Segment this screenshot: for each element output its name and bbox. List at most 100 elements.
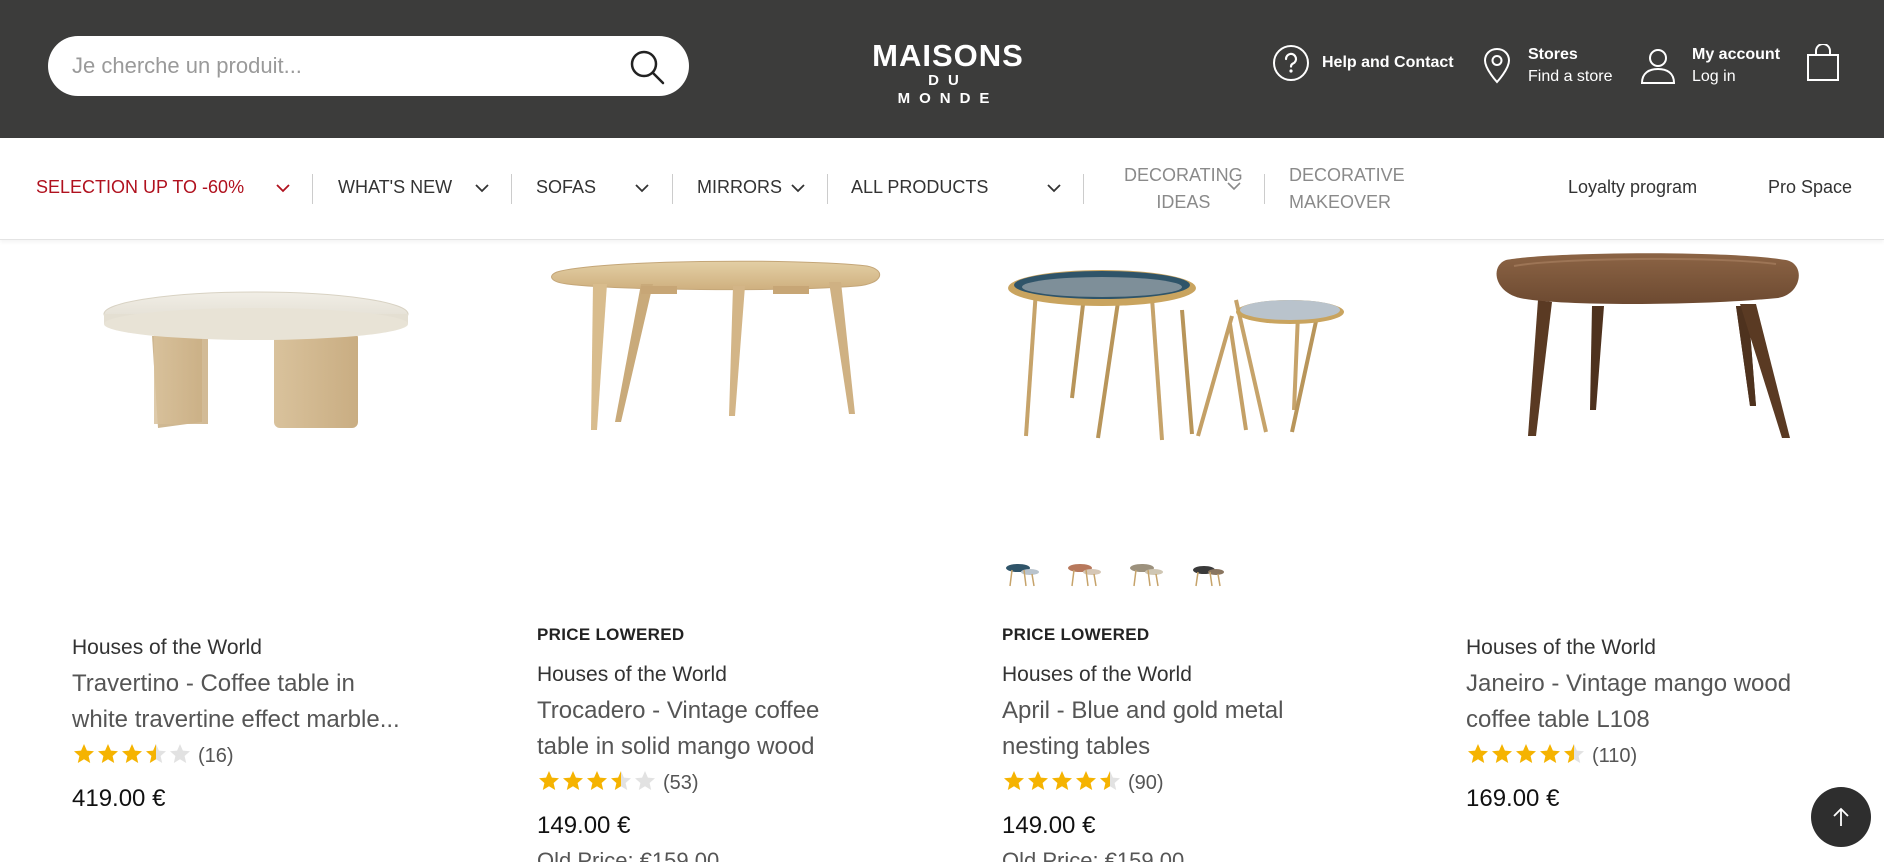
main-navigation: SELECTION UP TO -60% WHAT'S NEW SOFAS MI… — [0, 138, 1884, 240]
star-icon — [587, 771, 607, 790]
nav-divider — [511, 174, 512, 204]
product-price: 149.00 € — [1002, 812, 1096, 839]
nav-item-selection[interactable]: SELECTION UP TO -60% — [36, 177, 244, 198]
chevron-down-icon[interactable] — [634, 180, 650, 196]
logo-text-main: MAISONS — [872, 38, 1024, 73]
nav-label-line: DECORATIVE — [1289, 165, 1405, 185]
cart-button[interactable] — [1806, 43, 1840, 87]
nav-divider — [312, 174, 313, 204]
swatch-terracotta[interactable] — [1064, 558, 1104, 590]
review-count: (16) — [198, 745, 234, 767]
star-icon — [122, 744, 142, 763]
star-icon — [563, 771, 583, 790]
star-icon — [1516, 744, 1536, 763]
chevron-down-icon[interactable] — [275, 180, 291, 196]
product-title-line: Trocadero - Vintage coffee — [537, 697, 820, 724]
product-rating[interactable]: (16) — [72, 742, 234, 771]
star-icon — [1492, 744, 1512, 763]
nav-divider — [1083, 174, 1084, 204]
location-pin-icon — [1483, 47, 1511, 84]
product-title-line: April - Blue and gold metal — [1002, 697, 1284, 724]
review-count: (90) — [1128, 772, 1164, 794]
product-title[interactable]: April - Blue and gold metal nesting tabl… — [1002, 693, 1362, 765]
star-rating — [1466, 742, 1586, 771]
nav-item-decorating-ideas[interactable]: DECORATING IDEAS — [1124, 162, 1243, 216]
back-to-top-button[interactable] — [1811, 787, 1871, 847]
user-icon — [1640, 49, 1676, 84]
nav-item-pro-space[interactable]: Pro Space — [1768, 177, 1852, 198]
product-image[interactable] — [537, 240, 957, 490]
stores-title: Stores — [1528, 46, 1578, 63]
review-count: (53) — [663, 772, 699, 794]
nav-item-whats-new[interactable]: WHAT'S NEW — [338, 177, 452, 198]
star-icon — [1564, 744, 1584, 763]
star-rating — [1002, 769, 1122, 798]
product-price: 149.00 € — [537, 812, 631, 839]
top-header: MAISONS DU MONDE Help and Contact Stores… — [0, 0, 1884, 138]
product-image[interactable] — [1466, 240, 1884, 490]
nav-item-all-products[interactable]: ALL PRODUCTS — [851, 177, 988, 198]
nav-divider — [1264, 174, 1265, 204]
price-lowered-badge: PRICE LOWERED — [537, 625, 685, 644]
chevron-down-icon[interactable] — [474, 180, 490, 196]
star-icon — [539, 771, 559, 790]
help-icon — [1273, 45, 1309, 81]
star-icon — [170, 744, 190, 763]
nav-label-line: MAKEOVER — [1289, 192, 1392, 212]
nav-item-sofas[interactable]: SOFAS — [536, 177, 596, 198]
logo-text-sub: DU MONDE — [897, 72, 999, 107]
swatch-blue-gold[interactable] — [1002, 558, 1042, 590]
shopping-bag-icon — [1807, 43, 1839, 81]
product-rating[interactable]: (110) — [1466, 742, 1637, 771]
star-icon — [1540, 744, 1560, 763]
chevron-down-icon[interactable] — [790, 180, 806, 196]
search-bar[interactable] — [48, 36, 689, 96]
product-price: 169.00 € — [1466, 785, 1560, 812]
price-lowered-badge: PRICE LOWERED — [1002, 625, 1150, 644]
nav-item-decorative-makeover[interactable]: DECORATIVE MAKEOVER — [1289, 162, 1405, 216]
stores-subtitle: Find a store — [1528, 68, 1613, 85]
star-icon — [146, 744, 166, 763]
product-image[interactable] — [72, 240, 492, 490]
product-image[interactable] — [1002, 240, 1422, 490]
product-brand: Houses of the World — [72, 636, 262, 659]
star-icon — [74, 744, 94, 763]
brand-logo[interactable]: MAISONS DU MONDE — [872, 40, 1024, 108]
star-rating — [72, 742, 192, 771]
nav-divider — [672, 174, 673, 204]
account-link[interactable]: My account Log in — [1640, 44, 1780, 88]
help-label: Help and Contact — [1322, 54, 1454, 71]
nav-label-line: IDEAS — [1156, 192, 1211, 212]
nav-label-line: DECORATING — [1124, 165, 1243, 185]
product-title-line: nesting tables — [1002, 733, 1151, 760]
nav-item-mirrors[interactable]: MIRRORS — [697, 177, 782, 198]
product-rating[interactable]: (90) — [1002, 769, 1164, 798]
product-title-line: white travertine effect marble... — [72, 706, 400, 733]
chevron-down-icon[interactable] — [1046, 180, 1062, 196]
star-icon — [1100, 771, 1120, 790]
star-icon — [1076, 771, 1096, 790]
search-input[interactable] — [72, 36, 632, 96]
swatch-beige[interactable] — [1126, 558, 1166, 590]
product-title[interactable]: Travertino - Coffee table in white trave… — [72, 666, 432, 738]
stores-link[interactable]: Stores Find a store — [1482, 44, 1612, 88]
star-icon — [1004, 771, 1024, 790]
swatch-black[interactable] — [1188, 558, 1228, 590]
product-title[interactable]: Janeiro - Vintage mango wood coffee tabl… — [1466, 666, 1826, 738]
product-rating[interactable]: (53) — [537, 769, 699, 798]
star-icon — [635, 771, 655, 790]
product-old-price: Old Price: €159.00 — [537, 848, 720, 862]
search-icon[interactable] — [627, 47, 667, 87]
product-brand: Houses of the World — [537, 663, 727, 686]
star-icon — [611, 771, 631, 790]
star-icon — [1052, 771, 1072, 790]
product-brand: Houses of the World — [1466, 636, 1656, 659]
nav-divider — [827, 174, 828, 204]
product-title-line: Janeiro - Vintage mango wood — [1466, 670, 1792, 697]
star-icon — [98, 744, 118, 763]
product-title-line: coffee table L108 — [1466, 706, 1650, 733]
nav-item-loyalty[interactable]: Loyalty program — [1568, 177, 1697, 198]
help-contact-link[interactable]: Help and Contact — [1272, 44, 1454, 82]
product-title[interactable]: Trocadero - Vintage coffee table in soli… — [537, 693, 897, 765]
chevron-down-icon[interactable] — [1226, 178, 1242, 194]
